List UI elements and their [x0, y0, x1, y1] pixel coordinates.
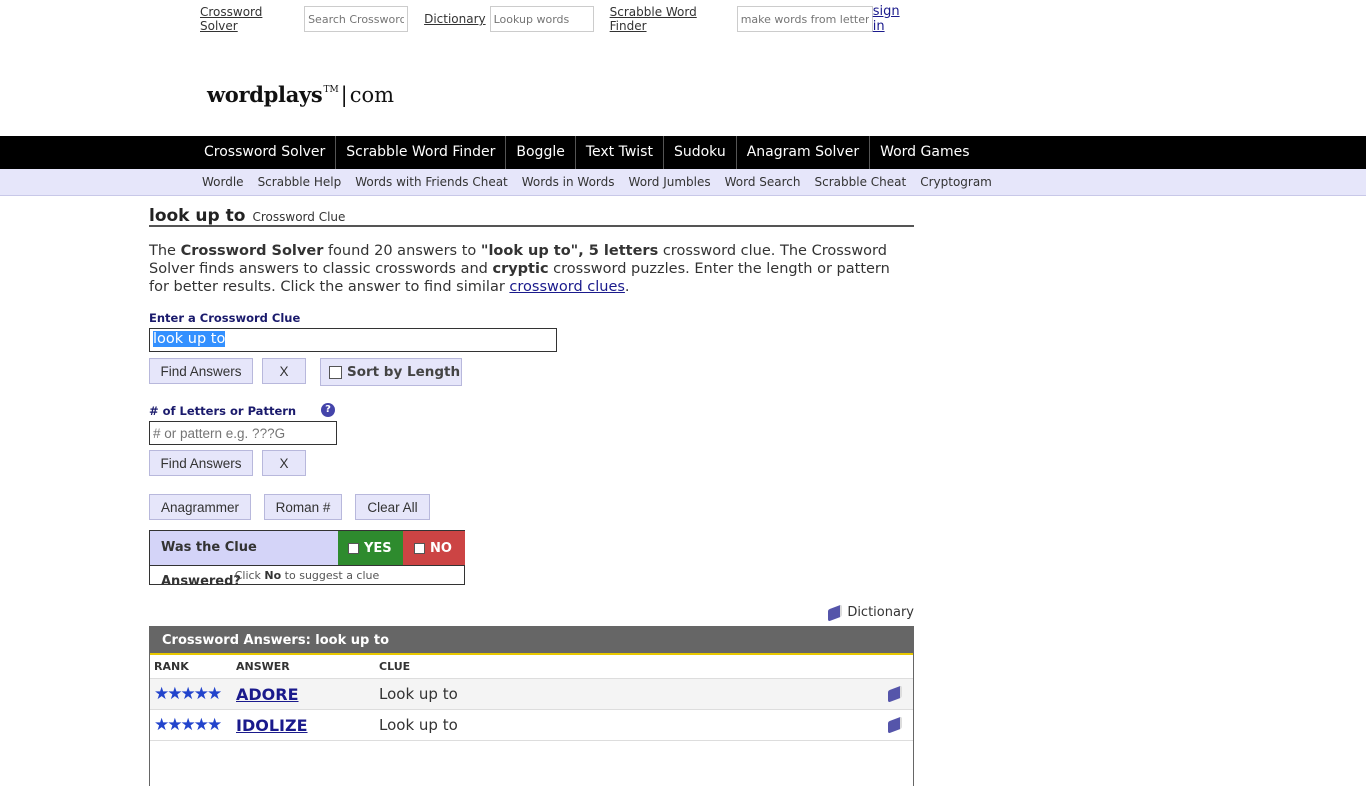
- no-label: NO: [430, 540, 452, 556]
- nav-scrabble-word-finder[interactable]: Scrabble Word Finder: [336, 136, 507, 169]
- rank-stars: ★★★★★: [154, 684, 222, 704]
- pattern-input[interactable]: [149, 421, 337, 445]
- logo-separator: |: [340, 83, 348, 107]
- column-answer[interactable]: ANSWER: [236, 660, 379, 673]
- clear-clue-button[interactable]: X: [262, 358, 306, 384]
- hint-part: to suggest a clue: [281, 569, 380, 582]
- intro-bold: Crossword Solver: [180, 243, 324, 259]
- intro-part: The: [149, 243, 181, 259]
- hint-part: Click: [234, 569, 265, 582]
- help-icon[interactable]: ?: [321, 403, 335, 417]
- hint-bold: No: [264, 569, 282, 582]
- rank-stars: ★★★★★: [154, 715, 222, 735]
- subnav-word-jumbles[interactable]: Word Jumbles: [622, 169, 718, 195]
- table-row: ★★★★★ IDOLIZE Look up to: [150, 710, 913, 741]
- clue-text: Look up to: [379, 685, 458, 703]
- main-content: look up to Crossword Clue The Crossword …: [149, 206, 914, 786]
- subnav-wordle[interactable]: Wordle: [195, 169, 251, 195]
- subnav-scrabble-cheat[interactable]: Scrabble Cheat: [808, 169, 914, 195]
- no-button[interactable]: NO: [403, 531, 465, 565]
- search-crosswords-input[interactable]: [304, 6, 409, 32]
- book-icon[interactable]: [888, 716, 902, 734]
- answers-columns: RANK ANSWER CLUE: [150, 655, 913, 679]
- lookup-words-input[interactable]: [489, 6, 594, 32]
- intro-part: .: [624, 279, 630, 295]
- nav-boggle[interactable]: Boggle: [506, 136, 576, 169]
- crossword-solver-link[interactable]: Crossword Solver: [200, 5, 300, 33]
- subnav-word-search[interactable]: Word Search: [718, 169, 808, 195]
- sort-by-length-toggle[interactable]: Sort by Length: [320, 358, 462, 386]
- dictionary-label: Dictionary: [847, 605, 914, 620]
- sort-label: Sort by Length: [347, 364, 461, 380]
- intro-text: The Crossword Solver found 20 answers to…: [149, 242, 914, 296]
- main-nav: Crossword Solver Scrabble Word Finder Bo…: [0, 136, 1366, 169]
- crossword-clues-link[interactable]: crossword clues: [509, 279, 625, 295]
- clue-answered-widget: Was the Clue Answered? YES NO Click No t…: [149, 530, 465, 589]
- pattern-find-answers-button[interactable]: Find Answers: [149, 450, 253, 476]
- find-answers-button[interactable]: Find Answers: [149, 358, 253, 384]
- intro-part: found 20 answers to: [323, 243, 481, 259]
- column-rank[interactable]: RANK: [150, 660, 236, 673]
- page-title-sub: Crossword Clue: [252, 210, 346, 224]
- answers-header: Crossword Answers: look up to: [150, 627, 913, 655]
- answered-question: Was the Clue Answered?: [150, 531, 338, 589]
- answered-hint: Click No to suggest a clue: [150, 565, 464, 585]
- top-search-bar: Crossword Solver Dictionary Scrabble Wor…: [200, 4, 914, 34]
- nav-text-twist[interactable]: Text Twist: [576, 136, 664, 169]
- page-title: look up to Crossword Clue: [149, 206, 914, 227]
- intro-bold: "look up to", 5 letters: [480, 243, 659, 259]
- wordplays-logo[interactable]: wordplays TM | com: [207, 82, 394, 107]
- page-title-main: look up to: [149, 206, 246, 226]
- answer-link[interactable]: IDOLIZE: [236, 716, 308, 735]
- yes-button[interactable]: YES: [338, 531, 403, 565]
- no-checkbox[interactable]: [414, 542, 425, 554]
- clue-input-value: look up to: [153, 331, 226, 347]
- clue-input[interactable]: look up to: [149, 328, 557, 352]
- subnav-words-in-words[interactable]: Words in Words: [515, 169, 622, 195]
- intro-bold: cryptic: [492, 261, 549, 277]
- logo-brand: wordplays: [207, 82, 323, 107]
- yes-checkbox[interactable]: [348, 542, 359, 554]
- dictionary-link[interactable]: Dictionary: [424, 12, 486, 26]
- nav-crossword-solver[interactable]: Crossword Solver: [194, 136, 337, 169]
- answer-link[interactable]: ADORE: [236, 685, 299, 704]
- subnav-words-with-friends-cheat[interactable]: Words with Friends Cheat: [348, 169, 515, 195]
- column-clue[interactable]: CLUE: [379, 660, 913, 673]
- logo-trademark: TM: [323, 85, 339, 95]
- answers-table: Crossword Answers: look up to RANK ANSWE…: [149, 626, 914, 786]
- nav-sudoku[interactable]: Sudoku: [664, 136, 737, 169]
- book-icon: [828, 603, 843, 622]
- table-row: ★★★★★ ADORE Look up to: [150, 679, 913, 710]
- subnav-cryptogram[interactable]: Cryptogram: [913, 169, 999, 195]
- clear-pattern-button[interactable]: X: [262, 450, 306, 476]
- subnav-scrabble-help[interactable]: Scrabble Help: [251, 169, 349, 195]
- clear-all-button[interactable]: Clear All: [355, 494, 430, 520]
- answers-rows: ★★★★★ ADORE Look up to ★★★★★ IDOLIZE Loo…: [150, 679, 913, 741]
- nav-word-games[interactable]: Word Games: [870, 136, 979, 169]
- make-words-input[interactable]: [736, 6, 873, 32]
- sub-nav: Wordle Scrabble Help Words with Friends …: [0, 169, 1366, 196]
- nav-anagram-solver[interactable]: Anagram Solver: [737, 136, 871, 169]
- scrabble-word-finder-link[interactable]: Scrabble Word Finder: [610, 5, 733, 33]
- yes-label: YES: [364, 540, 392, 556]
- pattern-label: # of Letters or Pattern: [149, 404, 297, 418]
- sort-checkbox[interactable]: [329, 365, 342, 379]
- roman-numeral-button[interactable]: Roman #: [264, 494, 342, 520]
- book-icon[interactable]: [888, 685, 902, 703]
- clue-label: Enter a Crossword Clue: [149, 311, 301, 325]
- logo-tld: com: [349, 83, 395, 107]
- clue-text: Look up to: [379, 716, 458, 734]
- anagrammer-button[interactable]: Anagrammer: [149, 494, 251, 520]
- sign-in-link[interactable]: sign in: [873, 4, 914, 34]
- dictionary-toggle[interactable]: Dictionary: [828, 603, 914, 622]
